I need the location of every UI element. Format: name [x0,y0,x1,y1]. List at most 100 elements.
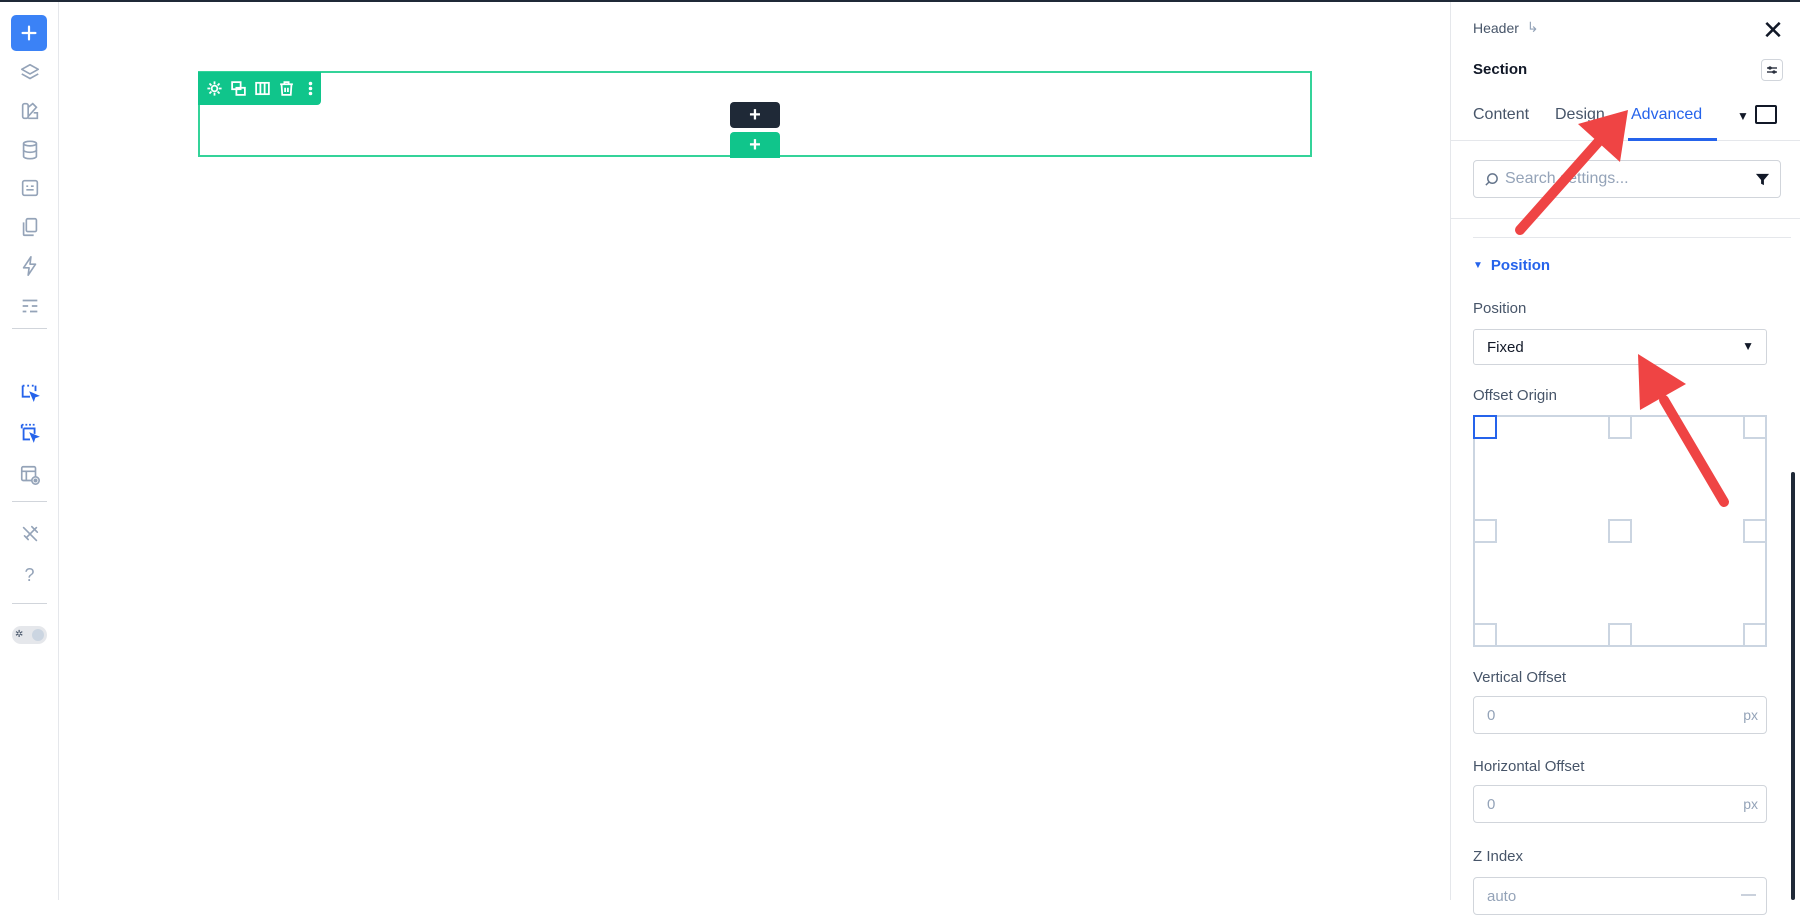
toggle-knob [32,629,44,641]
origin-bottom-left[interactable] [1473,623,1497,647]
section-settings-button[interactable] [204,79,224,99]
horizontal-offset-placeholder: 0 [1487,795,1496,813]
vertical-offset-label: Vertical Offset [1473,669,1567,686]
horizontal-offset-unit[interactable]: px [1743,796,1758,812]
template-icon [22,299,37,312]
rail-divider [12,501,47,502]
left-toolbar: ? ✲ [0,2,59,900]
origin-bottom-center[interactable] [1608,623,1632,647]
pages-icon [22,217,37,236]
duplicate-icon [230,81,246,96]
tools-button[interactable] [11,515,48,552]
origin-top-left[interactable] [1473,415,1497,439]
offset-origin-label: Offset Origin [1473,387,1557,404]
form-icon [21,179,38,196]
horizontal-offset-label: Horizontal Offset [1473,758,1585,775]
templates-button[interactable] [11,287,48,324]
delete-button[interactable] [276,79,296,99]
vertical-offset-placeholder: 0 [1487,706,1496,724]
select-cursor-icon [21,384,40,402]
section-options-button[interactable] [1761,59,1783,81]
close-icon: ✕ [1762,15,1784,45]
columns-button[interactable] [252,79,272,99]
panel-divider [1451,218,1800,219]
desktop-breakpoint-icon[interactable] [1755,105,1777,124]
columns-icon [254,81,270,96]
panel-tabs: Content Design Advanced ▼ [1451,94,1800,141]
database-button[interactable] [11,131,48,168]
breadcrumb-parent[interactable]: Header [1473,20,1519,36]
z-index-label: Z Index [1473,848,1524,865]
z-index-clear[interactable]: — [1741,886,1756,903]
tab-design[interactable]: Design [1555,106,1605,124]
offset-origin-picker [1473,415,1767,647]
horizontal-offset-input[interactable]: 0 px [1473,785,1767,823]
chevron-down-icon: ▼ [1742,339,1754,353]
filter-icon[interactable] [1755,172,1770,187]
select-multiple-icon [20,423,40,443]
position-select[interactable]: Fixed ▼ [1473,329,1767,365]
more-vertical-icon [308,81,312,96]
add-element-button[interactable] [11,15,47,51]
palette-icon [21,102,38,119]
help-icon: ? [24,565,35,585]
breadcrumb[interactable]: Header ↳ [1473,19,1539,36]
help-button[interactable]: ? [11,557,48,594]
sliders-icon [1767,66,1777,74]
more-options-button[interactable] [300,79,320,99]
builder-canvas[interactable]: + + [60,2,1449,900]
origin-top-right[interactable] [1743,415,1767,439]
position-select-value: Fixed [1487,338,1524,356]
child-arrow-icon: ↳ [1526,19,1539,35]
active-tab-indicator [1628,138,1717,141]
panel-divider [1473,237,1791,238]
z-index-input[interactable]: auto — [1473,877,1767,915]
duplicate-button[interactable] [228,79,248,99]
origin-middle-right[interactable] [1743,519,1767,543]
add-section-below-button[interactable]: + [730,132,780,158]
panel-title: Section [1473,61,1528,78]
settings-panel: Header ↳ ✕ Section Content Design Advanc… [1450,2,1800,915]
vertical-offset-input[interactable]: 0 px [1473,696,1767,734]
origin-top-center[interactable] [1608,415,1632,439]
rail-divider [12,328,47,329]
interactions-button[interactable] [11,247,48,284]
origin-center[interactable] [1608,519,1632,543]
z-index-placeholder: auto [1487,888,1517,905]
select-element-button[interactable] [11,374,48,411]
tab-content[interactable]: Content [1473,106,1529,124]
lightning-icon [22,255,36,276]
pages-button[interactable] [11,208,48,245]
search-icon [1485,172,1498,186]
caret-down-icon: ▼ [1473,260,1483,271]
add-element-inside-button[interactable]: + [730,102,780,128]
vertical-offset-unit[interactable]: px [1743,707,1758,723]
gear-icon [206,81,222,96]
sun-icon: ✲ [15,629,24,640]
preview-button[interactable] [11,456,48,493]
rail-divider [12,603,47,604]
select-multiple-button[interactable] [11,414,48,451]
group-title: Position [1490,257,1551,274]
position-group-toggle[interactable]: ▼ Position [1473,257,1550,274]
tab-advanced[interactable]: Advanced [1631,106,1702,124]
plus-icon [21,25,37,41]
section-toolbar [198,72,321,105]
tools-icon [22,525,38,541]
forms-button[interactable] [11,169,48,206]
layers-button[interactable] [11,54,48,91]
origin-bottom-right[interactable] [1743,623,1767,647]
theme-toggle[interactable]: ✲ [12,626,47,644]
trash-icon [279,81,293,96]
position-label: Position [1473,300,1527,317]
origin-middle-left[interactable] [1473,519,1497,543]
layout-eye-icon [20,465,40,485]
settings-search [1473,160,1781,198]
search-input[interactable] [1505,170,1745,188]
breakpoint-dropdown[interactable]: ▼ [1737,109,1749,123]
panel-scrollbar[interactable] [1791,472,1795,900]
layers-icon [20,63,39,79]
styles-button[interactable] [11,92,48,129]
database-icon [22,139,37,160]
close-panel-button[interactable]: ✕ [1762,17,1784,43]
